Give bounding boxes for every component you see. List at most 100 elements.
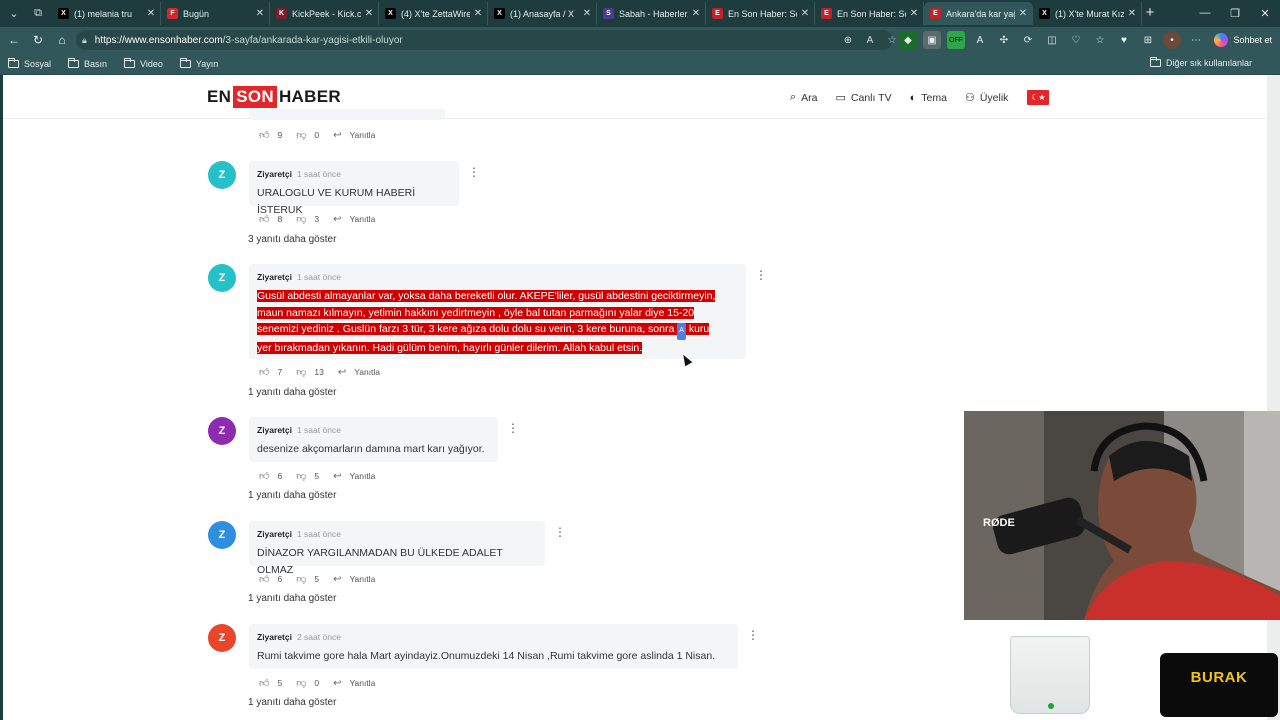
close-tab-icon[interactable]: ✕ <box>691 8 701 19</box>
like-button[interactable]: 👍︎8 <box>259 213 282 225</box>
tab-title: Ankara'da kar yağışı <box>946 9 1015 19</box>
comment-actions: 👍︎6 👎︎5 ↩Yanıtla <box>259 573 389 585</box>
reply-button[interactable]: ↩Yanıtla <box>333 678 375 689</box>
browser-tab[interactable]: X(1) X'te Murat Kızılk✕ <box>1033 2 1142 25</box>
dislike-button[interactable]: 👎︎0 <box>296 129 319 141</box>
reply-button[interactable]: ↩Yanıtla <box>338 367 380 378</box>
minimize-icon[interactable]: — <box>1190 0 1220 26</box>
close-tab-icon[interactable]: ✕ <box>1127 8 1137 19</box>
comment-text: desenize akçomarların damına mart karı y… <box>257 441 490 458</box>
comment-more-options-icon[interactable]: ⋮ <box>747 628 757 642</box>
bookmark-yayin[interactable]: Yayın <box>180 59 218 69</box>
browser-tab-bar: ⌄ ⧉ X(1) melania tru✕FBugün✕KKickPeek - … <box>0 0 1280 27</box>
browser-tab[interactable]: X(4) X'te ZettaWire: "✕ <box>379 2 488 25</box>
browser-tab[interactable]: FBugün✕ <box>161 2 270 25</box>
dislike-button[interactable]: 👎︎13 <box>296 366 324 378</box>
selected-text-line[interactable]: Gusül abdesti almayanlar var, yoksa daha… <box>257 290 715 302</box>
browser-tab[interactable]: EEn Son Haber: Son D✕ <box>815 2 924 25</box>
tab-title: KickPeek - Kick.com <box>292 9 361 19</box>
browser-essentials-icon[interactable]: ♡ <box>1067 31 1085 49</box>
dislike-button[interactable]: 👎︎5 <box>296 470 319 482</box>
performance-icon[interactable]: ♥ <box>1115 31 1133 49</box>
turkish-flag-icon[interactable]: ☾★ <box>1027 90 1049 105</box>
like-button[interactable]: 👍︎9 <box>259 129 282 141</box>
collections-icon[interactable]: ⊞ <box>1139 31 1157 49</box>
browser-tab[interactable]: EEn Son Haber: Son D✕ <box>706 2 815 25</box>
bookmark-video[interactable]: Video <box>124 59 163 69</box>
theme-button[interactable]: ◐Tema <box>910 92 947 104</box>
more-options-icon[interactable]: ⋯ <box>1187 31 1205 49</box>
dislike-button[interactable]: 👎︎5 <box>296 573 319 585</box>
show-more-replies-link[interactable]: 1 yanıtı daha göster <box>248 697 336 708</box>
like-button[interactable]: 👍︎5 <box>259 677 282 689</box>
reply-button[interactable]: ↩Yanıtla <box>333 214 375 225</box>
browser-tab[interactable]: KKickPeek - Kick.com✕ <box>270 2 379 25</box>
favorite-star-icon[interactable]: ☆ <box>884 32 900 48</box>
bookmark-sosyal[interactable]: Sosyal <box>8 59 51 69</box>
extension-2-icon[interactable]: ▣ <box>923 31 941 49</box>
back-button[interactable]: ← <box>2 29 26 51</box>
restore-icon[interactable]: ❐ <box>1220 0 1250 26</box>
browser-tab[interactable]: X(1) Anasayfa / X✕ <box>488 2 597 25</box>
comment-more-options-icon[interactable]: ⋮ <box>755 268 765 282</box>
extension-3-icon[interactable]: OFF <box>947 31 965 49</box>
dislike-button[interactable]: 👎︎0 <box>296 677 319 689</box>
reload-button[interactable]: ↻ <box>26 29 50 51</box>
browser-tab[interactable]: EAnkara'da kar yağışı✕ <box>924 2 1033 25</box>
close-tab-icon[interactable]: ✕ <box>364 8 374 19</box>
tab-actions-chevron-icon[interactable]: ⌄ <box>2 2 26 24</box>
zoom-icon[interactable]: ⊕ <box>840 32 856 48</box>
favorites-icon[interactable]: ☆ <box>1091 31 1109 49</box>
comment-actions: 👍︎8 👎︎3 ↩Yanıtla <box>259 213 389 225</box>
reply-button[interactable]: ↩Yanıtla <box>333 471 375 482</box>
selected-text-line[interactable]: yer bırakmadan yıkanın. Hadi gülüm benim… <box>257 342 642 354</box>
split-screen-icon[interactable]: ◫ <box>1043 31 1061 49</box>
like-button[interactable]: 👍︎7 <box>259 366 282 378</box>
close-tab-icon[interactable]: ✕ <box>582 8 592 19</box>
profile-avatar[interactable]: • <box>1163 31 1181 49</box>
translate-icon[interactable]: A <box>971 31 989 49</box>
search-button[interactable]: ⌕Ara <box>790 91 818 104</box>
user-icon: ⚇ <box>965 91 975 104</box>
site-logo[interactable]: EN SON HABER <box>207 87 341 107</box>
close-tab-icon[interactable]: ✕ <box>473 8 483 19</box>
translate-popup-icon[interactable]: A <box>677 323 686 340</box>
browser-tab[interactable]: X(1) melania tru✕ <box>52 2 161 25</box>
extension-1-icon[interactable]: ◆ <box>899 31 917 49</box>
dislike-button[interactable]: 👎︎3 <box>296 213 319 225</box>
close-tab-icon[interactable]: ✕ <box>146 8 156 19</box>
home-button[interactable]: ⌂ <box>50 29 74 51</box>
extensions-puzzle-icon[interactable]: ⟳ <box>1019 31 1037 49</box>
show-more-replies-link[interactable]: 1 yanıtı daha göster <box>248 490 336 501</box>
bookmark-basin[interactable]: Basın <box>68 59 107 69</box>
show-more-replies-link[interactable]: 1 yanıtı daha göster <box>248 387 336 398</box>
close-tab-icon[interactable]: ✕ <box>1018 8 1028 19</box>
workspaces-icon[interactable]: ⧉ <box>26 2 50 24</box>
comment-more-options-icon[interactable]: ⋮ <box>507 421 517 435</box>
new-tab-button[interactable]: + <box>1141 4 1159 22</box>
copilot-chat-button[interactable]: Sohbet et <box>1214 31 1272 49</box>
browser-tab[interactable]: SSabah - Haberler, Son✕ <box>597 2 706 25</box>
read-aloud-icon[interactable]: A <box>862 32 878 48</box>
membership-button[interactable]: ⚇Üyelik <box>965 91 1008 104</box>
close-tab-icon[interactable]: ✕ <box>909 8 919 19</box>
close-window-icon[interactable]: ✕ <box>1250 0 1280 26</box>
page-scrollbar[interactable] <box>1267 75 1280 720</box>
close-tab-icon[interactable]: ✕ <box>255 8 265 19</box>
reply-button[interactable]: ↩Yanıtla <box>333 130 375 141</box>
address-bar[interactable]: 🔒︎ https://www.ensonhaber.com/3-sayfa/an… <box>76 30 893 50</box>
close-tab-icon[interactable]: ✕ <box>800 8 810 19</box>
comment-more-options-icon[interactable]: ⋮ <box>468 165 478 179</box>
reply-button[interactable]: ↩Yanıtla <box>333 574 375 585</box>
like-button[interactable]: 👍︎6 <box>259 573 282 585</box>
live-tv-button[interactable]: ▭Canlı TV <box>836 91 892 104</box>
extension-5-icon[interactable]: ✣ <box>995 31 1013 49</box>
show-more-replies-link[interactable]: 3 yanıtı daha göster <box>248 234 336 245</box>
comment-more-options-icon[interactable]: ⋮ <box>554 525 564 539</box>
lock-icon[interactable]: 🔒︎ <box>82 35 87 46</box>
other-favorites[interactable]: Diğer sık kullanılanlar <box>1150 58 1252 68</box>
show-more-replies-link[interactable]: 1 yanıtı daha göster <box>248 593 336 604</box>
like-button[interactable]: 👍︎6 <box>259 470 282 482</box>
selected-text-line[interactable]: senemizi yediniz . Guslün farzı 3 tür, 3… <box>257 323 709 335</box>
selected-text-line[interactable]: maun namazı kılmayın, yetimin hakkını ye… <box>257 307 694 319</box>
